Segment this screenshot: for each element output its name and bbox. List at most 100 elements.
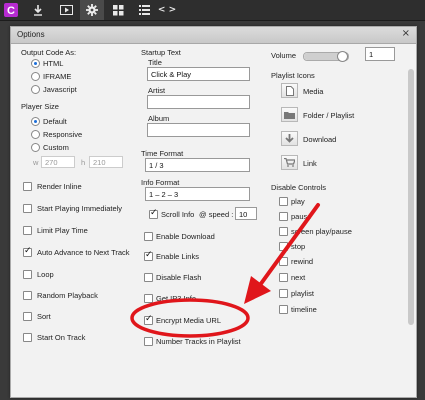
random-playback-checkbox[interactable]: [23, 291, 32, 300]
radio-default-label: Default: [43, 117, 67, 126]
dialog-titlebar: Options ×: [11, 27, 416, 44]
dialog-title: Options: [17, 30, 45, 39]
radio-responsive[interactable]: [31, 130, 40, 139]
limit-play-time-label: Limit Play Time: [37, 226, 88, 235]
app-logo: C: [0, 0, 22, 20]
encrypt-media-url-checkbox[interactable]: [144, 314, 153, 325]
title-label: Title: [148, 58, 162, 67]
disable-pause-label: pause: [291, 212, 312, 221]
top-toolbar: C < >: [0, 0, 425, 21]
grid-icon[interactable]: [106, 0, 130, 20]
speed-input[interactable]: 10: [235, 207, 257, 220]
render-inline-checkbox[interactable]: [23, 182, 32, 191]
start-playing-checkbox[interactable]: [23, 204, 32, 213]
disable-pause-checkbox[interactable]: [279, 212, 288, 221]
download-icon[interactable]: [26, 0, 50, 20]
radio-html[interactable]: [31, 59, 40, 68]
enable-links-checkbox[interactable]: [144, 250, 153, 261]
startup-text-heading: Startup Text: [141, 48, 181, 57]
disable-playlist-checkbox[interactable]: [279, 289, 288, 298]
radio-javascript-label: Javascript: [43, 85, 77, 94]
output-code-heading: Output Code As:: [21, 48, 77, 57]
disable-rewind-checkbox[interactable]: [279, 257, 288, 266]
radio-iframe[interactable]: [31, 72, 40, 81]
gear-icon[interactable]: [80, 0, 104, 20]
disable-rewind-label: rewind: [291, 257, 314, 266]
title-input[interactable]: Click & Play: [147, 67, 250, 81]
disable-flash-checkbox[interactable]: [144, 273, 153, 282]
disable-screen-play-pause-checkbox[interactable]: [279, 227, 288, 236]
disable-controls-heading: Disable Controls: [271, 183, 327, 192]
close-icon[interactable]: ×: [402, 28, 410, 39]
media-icon-label: Media: [303, 87, 324, 96]
radio-responsive-label: Responsive: [43, 130, 83, 139]
download-label: Download: [303, 135, 337, 144]
album-input[interactable]: [147, 123, 250, 137]
info-format-label: Info Format: [141, 178, 180, 187]
height-input[interactable]: 210: [89, 156, 123, 168]
disable-stop-label: stop: [291, 242, 306, 251]
radio-iframe-label: IFRAME: [43, 72, 72, 81]
disable-play-label: play: [291, 197, 305, 206]
sort-label: Sort: [37, 312, 51, 321]
artist-input[interactable]: [147, 95, 250, 109]
loop-checkbox[interactable]: [23, 270, 32, 279]
disable-timeline-label: timeline: [291, 305, 317, 314]
auto-advance-checkbox[interactable]: [23, 246, 32, 257]
code-icon[interactable]: < >: [156, 0, 178, 20]
folder-playlist-label: Folder / Playlist: [303, 111, 355, 120]
radio-javascript[interactable]: [31, 85, 40, 94]
scroll-info-label: Scroll Info: [161, 210, 195, 219]
folder-icon[interactable]: [281, 107, 298, 122]
encrypt-media-url-label: Encrypt Media URL: [156, 316, 222, 325]
link-label: Link: [303, 159, 317, 168]
disable-play-checkbox[interactable]: [279, 197, 288, 206]
width-input[interactable]: 270: [41, 156, 75, 168]
download-arrow-icon[interactable]: [281, 131, 298, 146]
volume-slider-knob[interactable]: [337, 51, 348, 62]
artist-label: Artist: [148, 86, 166, 95]
volume-slider[interactable]: [303, 51, 349, 62]
disable-playlist-label: playlist: [291, 289, 314, 298]
render-inline-label: Render Inline: [37, 182, 82, 191]
playlist-icons-heading: Playlist Icons: [271, 71, 315, 80]
cart-icon[interactable]: [281, 155, 298, 170]
scroll-info-checkbox[interactable]: [149, 208, 158, 219]
time-format-input[interactable]: 1 / 3: [145, 158, 250, 172]
loop-label: Loop: [37, 270, 54, 279]
album-label: Album: [148, 114, 170, 123]
disable-timeline-checkbox[interactable]: [279, 305, 288, 314]
scrollbar[interactable]: [408, 69, 414, 325]
radio-custom-label: Custom: [43, 143, 69, 152]
svg-text:C: C: [7, 5, 15, 17]
radio-html-label: HTML: [43, 59, 64, 68]
volume-input[interactable]: 1: [365, 47, 395, 61]
volume-label: Volume: [271, 51, 297, 60]
file-icon[interactable]: [281, 83, 298, 98]
start-on-track-checkbox[interactable]: [23, 333, 32, 342]
time-format-label: Time Format: [141, 149, 184, 158]
width-label: w: [33, 158, 39, 167]
number-tracks-checkbox[interactable]: [144, 337, 153, 346]
get-ip3-info-checkbox[interactable]: [144, 294, 153, 303]
options-dialog: Options × Output Code As: HTML IFRAME Ja…: [10, 26, 417, 398]
random-playback-label: Random Playback: [37, 291, 98, 300]
enable-download-label: Enable Download: [156, 232, 215, 241]
speed-label: @ speed :: [199, 210, 234, 219]
start-playing-label: Start Playing Immediately: [37, 204, 123, 213]
sort-checkbox[interactable]: [23, 312, 32, 321]
auto-advance-label: Auto Advance to Next Track: [37, 248, 130, 257]
radio-default[interactable]: [31, 117, 40, 126]
radio-custom[interactable]: [31, 143, 40, 152]
start-on-track-label: Start On Track: [37, 333, 86, 342]
height-label: h: [81, 158, 86, 167]
limit-play-time-checkbox[interactable]: [23, 226, 32, 235]
get-ip3-info-label: Get IP3 Info: [156, 294, 197, 303]
disable-next-checkbox[interactable]: [279, 273, 288, 282]
info-format-input[interactable]: 1 – 2 – 3: [145, 187, 250, 201]
media-icon[interactable]: [54, 0, 78, 20]
code-label: < >: [157, 5, 177, 15]
disable-stop-checkbox[interactable]: [279, 242, 288, 251]
enable-download-checkbox[interactable]: [144, 232, 153, 241]
list-icon[interactable]: [132, 0, 156, 20]
